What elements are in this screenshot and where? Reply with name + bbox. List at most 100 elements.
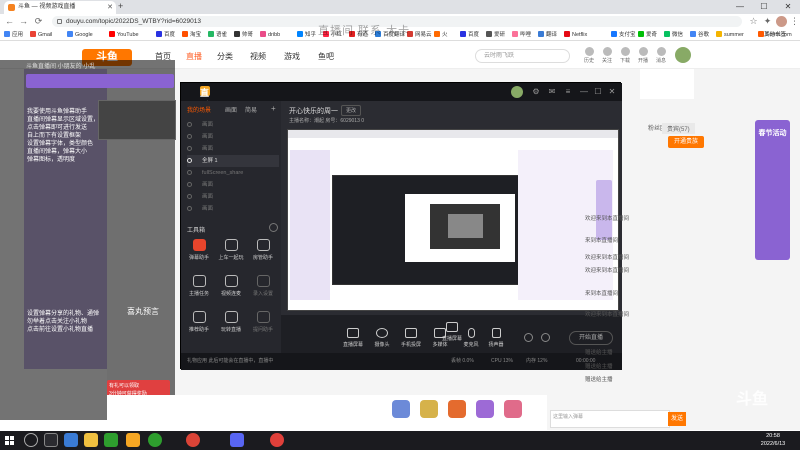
app-close-button[interactable]: ✕ xyxy=(607,87,617,97)
phone-cast-button[interactable]: 手机投屏 xyxy=(396,328,426,348)
bookmark-item[interactable]: 百度 xyxy=(156,30,175,40)
noble-button[interactable]: 开通贵族 xyxy=(668,136,704,148)
scene-item[interactable]: 画面 xyxy=(187,191,213,203)
tool-record-settings[interactable]: 录入设置 xyxy=(247,272,279,306)
bookmark-item[interactable]: 帅哥 xyxy=(234,30,253,40)
tool-anchor-task[interactable]: 主播任务 xyxy=(183,272,215,306)
record-icon[interactable] xyxy=(524,333,533,342)
tool-play-live[interactable]: 玩转直播 xyxy=(215,308,247,342)
star-icon[interactable]: ☆ xyxy=(748,16,759,27)
reload-icon[interactable]: ⟳ xyxy=(33,16,44,27)
wechat-icon[interactable] xyxy=(104,433,118,447)
start-live-button[interactable]: 开始直播 xyxy=(569,331,613,345)
bookmark-item[interactable]: 淘宝 xyxy=(182,30,201,40)
bookmark-item[interactable]: dribb xyxy=(260,30,280,40)
bookmark-item[interactable]: YouTube xyxy=(109,30,139,40)
bookmark-item[interactable]: 哔哩 xyxy=(512,30,531,40)
event-banner[interactable]: 春节活动 xyxy=(755,120,790,260)
tab-canvas[interactable]: 画面 xyxy=(225,105,237,114)
tool-recommend[interactable]: 推荐助手 xyxy=(183,308,215,342)
maximize-button[interactable]: ☐ xyxy=(752,0,776,14)
speaker-button[interactable]: 扬声器 xyxy=(481,328,511,348)
bookmark-item[interactable]: summer xyxy=(716,30,744,40)
bookmark-item[interactable]: 百度 xyxy=(460,30,479,40)
scene-item-active[interactable]: 全屏 1 xyxy=(187,155,279,167)
bookmark-item[interactable]: 爱奇 xyxy=(638,30,657,40)
room-title[interactable]: 开心快乐的周一 xyxy=(289,106,338,116)
gift-item[interactable] xyxy=(476,400,494,418)
close-window-button[interactable]: ✕ xyxy=(776,0,800,14)
bookmark-item[interactable]: Netflix xyxy=(564,30,587,40)
bookmark-item[interactable]: 翻译 xyxy=(538,30,557,40)
edge-icon[interactable] xyxy=(64,433,78,447)
menu-icon[interactable]: ⋮ xyxy=(789,16,800,27)
app-icon[interactable] xyxy=(230,433,244,447)
add-scene-icon[interactable]: + xyxy=(271,104,276,113)
scene-item[interactable]: 画面 xyxy=(187,131,213,143)
settings-icon[interactable]: ⚙ xyxy=(531,87,541,97)
close-tab-icon[interactable]: ✕ xyxy=(107,1,113,14)
nav-games[interactable]: 游戏 xyxy=(284,51,300,62)
bookmark-item[interactable]: 语雀 xyxy=(208,30,227,40)
bookmark-item[interactable]: 网易云 xyxy=(407,30,432,40)
bookmark-item[interactable]: 火 xyxy=(434,30,448,40)
search-icon[interactable] xyxy=(24,433,38,447)
chat-input[interactable]: 这里输入弹幕 xyxy=(550,410,670,428)
panel-thumbnail[interactable] xyxy=(98,100,176,140)
gift-item[interactable] xyxy=(392,400,410,418)
toolbox-more-icon[interactable] xyxy=(269,223,278,232)
tool-danmu-helper[interactable]: 弹幕助手 xyxy=(183,236,215,270)
gift-item[interactable] xyxy=(448,400,466,418)
bookmark-item[interactable]: 知乎 xyxy=(297,30,316,40)
scene-item[interactable]: fullScreen_share xyxy=(187,167,243,179)
windows-start-icon[interactable] xyxy=(5,436,14,445)
gift-item[interactable] xyxy=(420,400,438,418)
tool-room-admin[interactable]: 房管助手 xyxy=(247,236,279,270)
tab-my-scenes[interactable]: 我的场景 xyxy=(187,105,211,114)
bookmark-item[interactable]: 支付宝 xyxy=(611,30,636,40)
other-bookmarks[interactable]: 其他书签 xyxy=(764,30,786,40)
bookmark-item[interactable]: 微信 xyxy=(664,30,683,40)
scene-item[interactable]: 画面 xyxy=(187,143,213,155)
scene-item[interactable]: 画面 xyxy=(187,203,213,215)
back-icon[interactable]: ← xyxy=(4,16,15,27)
settings-gear-icon[interactable] xyxy=(541,333,550,342)
chat-app-icon[interactable] xyxy=(148,433,162,447)
nav-category[interactable]: 分类 xyxy=(217,51,233,62)
edit-title-button[interactable]: 更改 xyxy=(341,105,362,116)
tool-video-link[interactable]: 视频连麦 xyxy=(215,272,247,306)
bookmark-item[interactable]: Gmail xyxy=(30,30,52,40)
scene-item[interactable]: 画面 xyxy=(187,179,213,191)
forward-icon[interactable]: → xyxy=(18,16,29,27)
app-menu-icon[interactable]: ≡ xyxy=(563,87,573,97)
tool-question[interactable]: 提问助手 xyxy=(247,308,279,342)
bookmark-item[interactable]: Google xyxy=(67,30,93,40)
tool-ride-together[interactable]: 上车一起玩 xyxy=(215,236,247,270)
browser-tab[interactable]: 斗鱼 — 视频游戏直播 ✕ xyxy=(4,1,116,14)
task-view-icon[interactable] xyxy=(44,433,58,447)
mail-icon[interactable]: ✉ xyxy=(547,87,557,97)
send-button[interactable]: 发送 xyxy=(668,412,686,426)
bookmark-item[interactable]: 应用 xyxy=(4,30,23,40)
stream-preview[interactable] xyxy=(287,129,619,311)
app-icon[interactable] xyxy=(270,433,284,447)
minimize-button[interactable]: — xyxy=(728,0,752,14)
bookmark-item[interactable]: 爱研 xyxy=(486,30,505,40)
nav-video[interactable]: 视频 xyxy=(250,51,266,62)
camera-button[interactable]: 摄像头 xyxy=(367,328,397,348)
screen-capture-button[interactable]: 直播屏幕 xyxy=(338,328,368,348)
app-avatar[interactable] xyxy=(511,86,523,98)
live-assistant-taskbar-icon[interactable] xyxy=(126,433,140,447)
extensions-icon[interactable]: ✦ xyxy=(762,16,773,27)
taskbar-clock[interactable]: 20:58 2022/6/13 xyxy=(750,432,796,448)
new-tab-button[interactable]: + xyxy=(118,1,123,11)
user-avatar[interactable] xyxy=(675,47,691,63)
gift-item[interactable] xyxy=(504,400,522,418)
tab-vip[interactable]: 贵宾(57) xyxy=(662,123,695,134)
nav-live[interactable]: 直播 xyxy=(186,51,202,62)
profile-avatar[interactable] xyxy=(776,16,787,27)
multimedia-button[interactable]: 多媒体 xyxy=(425,328,455,348)
bookmark-item[interactable]: 谷歌 xyxy=(690,30,709,40)
nav-fishbar[interactable]: 鱼吧 xyxy=(318,51,334,62)
search-input[interactable]: 云时雨飞跃 xyxy=(475,49,570,63)
